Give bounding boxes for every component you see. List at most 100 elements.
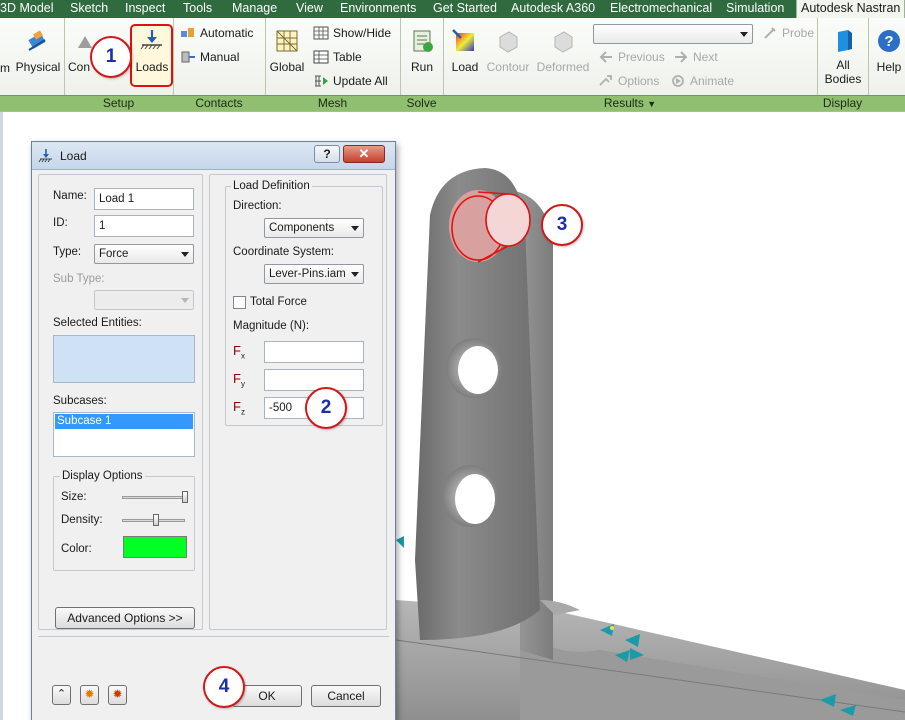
group-label-contacts: Contacts <box>195 96 243 110</box>
help-label: Help <box>876 60 902 74</box>
contour-button[interactable]: Contour <box>485 28 531 74</box>
run-button[interactable]: Run <box>406 28 438 74</box>
dialog-title-bar[interactable]: Load ? ✕ <box>32 142 395 170</box>
physical-button[interactable]: Physical <box>15 28 61 74</box>
arrow-left-icon <box>599 51 612 63</box>
size-label: Size: <box>61 491 87 503</box>
color-swatch[interactable] <box>123 536 187 558</box>
tab-electromechanical[interactable]: Electromechanical <box>610 0 712 18</box>
name-field[interactable]: Load 1 <box>94 188 194 210</box>
manual-label: Manual <box>200 50 240 64</box>
arrow-right-icon <box>675 51 688 63</box>
advanced-options-button[interactable]: Advanced Options >> <box>55 607 195 629</box>
fy-field[interactable] <box>264 369 364 391</box>
chevron-down-icon <box>181 252 189 257</box>
subcases-list[interactable]: Subcase 1 <box>53 412 195 457</box>
update-all-button[interactable]: Update All <box>313 73 388 89</box>
coordinate-system-value: Lever-Pins.iam <box>269 268 346 280</box>
name-label: Name: <box>53 190 87 202</box>
magnitude-label: Magnitude (N): <box>233 320 310 332</box>
coordinate-system-dropdown[interactable]: Lever-Pins.iam <box>264 264 364 284</box>
subcases-label: Subcases: <box>53 395 107 407</box>
total-force-checkbox[interactable] <box>233 296 246 309</box>
global-label: Global <box>269 60 305 74</box>
results-expand-chevron-icon[interactable]: ▼ <box>647 99 656 109</box>
animate-icon <box>672 75 684 87</box>
subcase-item[interactable]: Subcase 1 <box>55 414 193 429</box>
table-button[interactable]: Table <box>313 49 362 65</box>
tab-simulation[interactable]: Simulation <box>726 0 784 18</box>
animate-button[interactable]: Animate <box>670 73 734 89</box>
previous-button[interactable]: Previous <box>598 49 665 65</box>
table-icon <box>313 50 329 64</box>
direction-dropdown[interactable]: Components <box>264 218 364 238</box>
density-slider[interactable] <box>153 514 159 526</box>
show-hide-button[interactable]: Show/Hide <box>313 25 391 41</box>
ribbon-tab-bar: 3D Model Sketch Inspect Tools Manage Vie… <box>0 0 905 18</box>
id-field[interactable]: 1 <box>94 215 194 237</box>
density-label: Density: <box>61 514 103 526</box>
probe-label: Probe <box>782 26 815 40</box>
load-results-button[interactable]: Load <box>448 28 482 74</box>
next-button[interactable]: Next <box>673 49 718 65</box>
group-label-display: Display <box>822 96 863 110</box>
size-slider[interactable] <box>182 491 188 503</box>
selected-entities-list[interactable] <box>53 335 195 383</box>
callout-4: 4 <box>203 666 245 708</box>
deformed-icon <box>554 31 573 53</box>
physical-icon <box>28 30 46 51</box>
collapse-button[interactable]: ⌃ <box>52 685 71 705</box>
load-dialog-icon <box>38 149 52 163</box>
constraint-marker-icon <box>610 626 614 630</box>
loads-button[interactable]: Loads <box>132 28 172 74</box>
tab-autodesk-a360[interactable]: Autodesk A360 <box>511 0 595 18</box>
probe-button[interactable]: Probe <box>762 25 814 41</box>
manual-button[interactable]: Manual <box>180 49 239 65</box>
run-label: Run <box>410 60 433 74</box>
group-label-results[interactable]: Results ▼ <box>443 96 817 112</box>
tab-3d-model[interactable]: 3D Model <box>0 0 54 18</box>
close-button[interactable]: ✕ <box>343 145 385 163</box>
tab-view[interactable]: View <box>296 0 323 18</box>
fx-field[interactable] <box>264 341 364 363</box>
load-definition-label: Load Definition <box>231 180 312 192</box>
tab-tools[interactable]: Tools <box>183 0 212 18</box>
size-slider-track <box>122 496 185 499</box>
fz-label: Fz <box>233 399 245 417</box>
fy-label: Fy <box>233 371 245 389</box>
next-label: Next <box>693 50 718 64</box>
dialog-body: Name: Load 1 ID: 1 Type: Force Sub Type:… <box>32 170 395 720</box>
callout-2: 2 <box>305 387 347 429</box>
group-label-setup: Setup <box>102 96 135 110</box>
type-label: Type: <box>53 246 82 258</box>
chevron-down-icon <box>351 272 359 277</box>
callout-1: 1 <box>90 36 132 78</box>
results-dropdown[interactable] <box>593 24 753 44</box>
material-button-partial[interactable]: m <box>0 61 10 75</box>
global-mesh-icon <box>276 30 298 52</box>
global-mesh-button[interactable]: Global <box>268 28 306 74</box>
display-options-label: Display Options <box>60 470 145 482</box>
tab-get-started[interactable]: Get Started <box>433 0 497 18</box>
tab-manage[interactable]: Manage <box>232 0 277 18</box>
tab-environments[interactable]: Environments <box>340 0 416 18</box>
tab-sketch[interactable]: Sketch <box>70 0 108 18</box>
help-question-button[interactable]: ? <box>314 145 340 163</box>
options-button[interactable]: Options <box>598 73 659 89</box>
deformed-button[interactable]: Deformed <box>535 28 591 74</box>
fx-label: Fx <box>233 343 245 361</box>
all-bodies-button[interactable]: All Bodies <box>824 28 862 86</box>
load-label: Load <box>451 60 479 74</box>
cancel-button[interactable]: Cancel <box>311 685 381 707</box>
automatic-button[interactable]: Automatic <box>180 25 253 41</box>
manual-contacts-icon <box>181 51 195 63</box>
close-icon: ✕ <box>358 146 370 161</box>
load-display-options-button[interactable]: ✹ <box>80 685 99 705</box>
subtype-dropdown[interactable] <box>94 290 194 310</box>
tab-autodesk-nastran[interactable]: Autodesk Nastran <box>796 0 905 18</box>
help-button[interactable]: ? Help <box>874 28 904 74</box>
load-display-all-button[interactable]: ✹ <box>108 685 127 705</box>
svg-text:?: ? <box>884 33 893 50</box>
type-dropdown[interactable]: Force <box>94 244 194 264</box>
tab-inspect[interactable]: Inspect <box>125 0 165 18</box>
